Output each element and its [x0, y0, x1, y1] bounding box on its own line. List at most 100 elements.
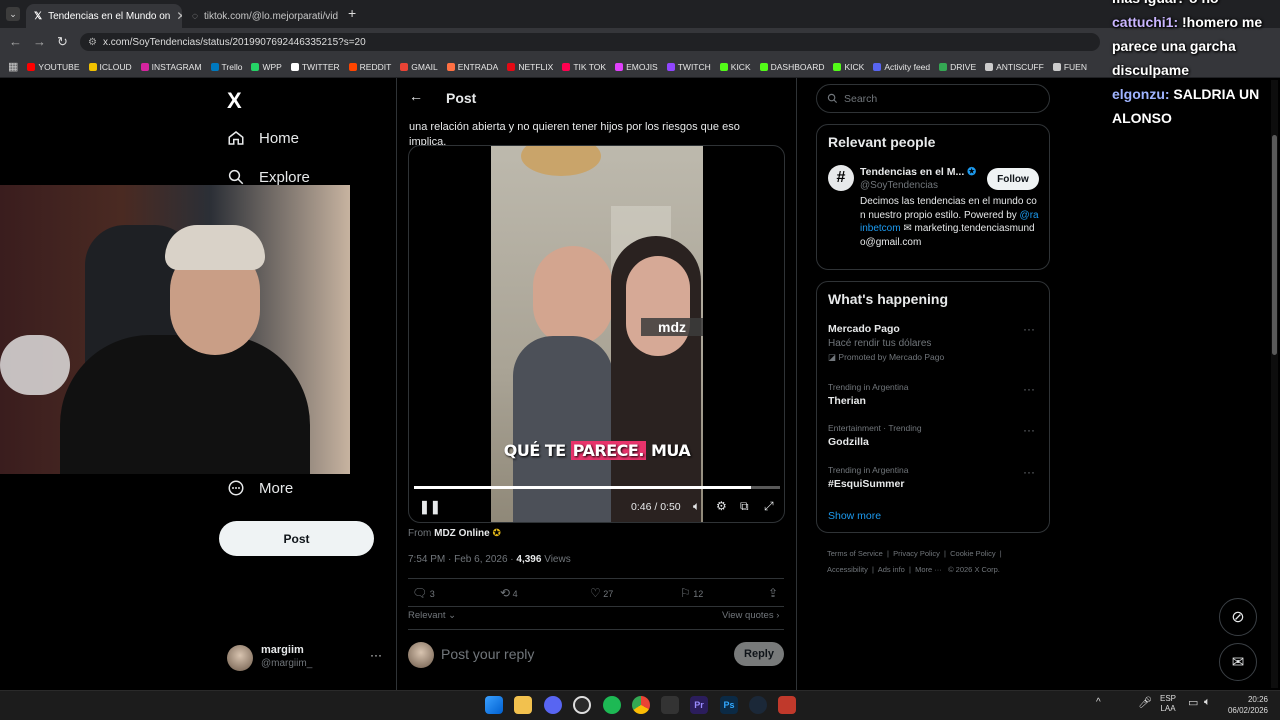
microphone-icon[interactable]: 🎤︎ — [1138, 696, 1152, 709]
scrollbar-thumb[interactable] — [1272, 135, 1277, 355]
sidebar-item-more[interactable]: More — [227, 479, 293, 497]
footer-link[interactable]: Accessibility — [827, 565, 868, 574]
trend-item[interactable]: Trending in Argentina Therian — [828, 382, 909, 407]
footer-link[interactable]: More ··· — [915, 565, 942, 574]
account-switcher[interactable]: margiim @margiim_ ··· — [227, 644, 387, 674]
reply-action[interactable]: 🗨︎ 3 — [412, 586, 435, 600]
bookmark-item[interactable]: ANTISCUFF — [985, 62, 1044, 72]
bookmark-item[interactable]: NETFLIX — [507, 62, 553, 72]
post-timestamp[interactable]: 7:54 PM · Feb 6, 2026 · — [408, 554, 514, 565]
reply-icon: 🗨︎ — [412, 586, 428, 600]
footer-link[interactable]: Privacy Policy — [893, 549, 940, 558]
windows-start-icon[interactable] — [485, 696, 503, 714]
app-icon[interactable] — [661, 696, 679, 714]
x-logo-icon[interactable]: X — [227, 88, 242, 114]
bookmark-item[interactable]: ENTRADA — [446, 62, 498, 72]
reply-button[interactable]: Reply — [734, 642, 784, 666]
bookmark-item[interactable]: TWITCH — [666, 62, 711, 72]
search-input[interactable]: Search — [816, 84, 1050, 113]
bookmark-item[interactable]: YOUTUBE — [27, 62, 80, 72]
follow-button[interactable]: Follow — [987, 168, 1039, 190]
bookmark-item[interactable]: ICLOUD — [88, 62, 132, 72]
clock-date: 06/02/2026 — [1227, 706, 1268, 715]
volume-tray-icon[interactable]: 🔈︎ — [1204, 696, 1211, 709]
trend-item[interactable]: Entertainment · Trending Godzilla — [828, 423, 922, 448]
person-name[interactable]: Tendencias en el M... ✪ — [860, 166, 976, 178]
footer-link[interactable]: Ads info — [878, 565, 905, 574]
scrollbar[interactable] — [1271, 80, 1278, 688]
view-quotes-link[interactable]: View quotes › — [722, 610, 779, 621]
bookmark-item[interactable]: REDDIT — [348, 62, 391, 72]
forward-icon[interactable]: → — [33, 34, 46, 49]
new-tab-button[interactable]: + — [348, 5, 356, 21]
url-input[interactable]: ⚙ x.com/SoyTendencias/status/20199076924… — [80, 33, 1100, 51]
tab-tendencias[interactable]: 𝕏 Tendencias en el Mundo on ✕ — [26, 4, 182, 28]
more-options-icon[interactable]: ··· — [1023, 322, 1035, 336]
fullscreen-icon[interactable]: ⤢ — [764, 499, 774, 514]
messages-icon[interactable]: ✉︎ — [1219, 643, 1257, 681]
file-explorer-icon[interactable] — [514, 696, 532, 714]
tab-tiktok[interactable]: ◌ tiktok.com/@lo.mejorparati/vid ✕ — [184, 4, 342, 28]
pause-icon[interactable]: ❚❚ — [419, 499, 441, 515]
reload-icon[interactable]: ↻ — [57, 34, 68, 50]
back-arrow-icon[interactable]: ← — [409, 88, 423, 104]
chrome-icon[interactable] — [632, 696, 650, 714]
bookmark-item[interactable]: DRIVE — [939, 62, 976, 72]
tray-chevron-icon[interactable]: ^ — [1096, 697, 1101, 708]
close-tab-icon[interactable]: ✕ — [176, 9, 182, 23]
bookmark-item[interactable]: WPP — [251, 62, 282, 72]
more-options-icon[interactable]: ··· — [1023, 423, 1035, 437]
bookmark-item[interactable]: EMOJIS — [615, 62, 658, 72]
photoshop-icon[interactable]: Ps — [720, 696, 738, 714]
more-options-icon[interactable]: ··· — [1023, 382, 1035, 396]
trend-item[interactable]: Trending in Argentina #EsquiSummer — [828, 465, 909, 490]
obs-icon[interactable] — [573, 696, 591, 714]
post-button[interactable]: Post — [219, 521, 374, 556]
repost-action[interactable]: ⟲ 4 — [500, 586, 518, 600]
trend-item[interactable]: Mercado Pago Hacé rendir tus dólares ◪ P… — [828, 323, 1038, 363]
app-icon[interactable] — [778, 696, 796, 714]
sort-relevant[interactable]: Relevant ⌄ — [408, 610, 456, 621]
bookmark-item[interactable]: TWITTER — [290, 62, 340, 72]
account-menu-icon[interactable]: ··· — [370, 648, 382, 662]
reply-input[interactable]: Post your reply — [441, 646, 534, 662]
grok-icon[interactable]: ⊘ — [1219, 598, 1257, 636]
language-indicator[interactable]: ESP LAA — [1160, 694, 1176, 714]
person-name-text: Tendencias en el M... — [860, 166, 965, 178]
sidebar-item-explore[interactable]: Explore — [227, 168, 310, 186]
site-info-icon[interactable]: ⚙ — [88, 37, 97, 48]
clock[interactable]: 20:26 06/02/2026 — [1224, 694, 1268, 716]
hashtag-avatar-icon[interactable]: # — [828, 165, 854, 191]
discord-icon[interactable] — [544, 696, 562, 714]
volume-icon[interactable]: 🔈︎ — [693, 499, 700, 514]
network-icon[interactable]: ▭ — [1188, 696, 1198, 709]
bookmark-item[interactable]: Activity feed — [873, 62, 930, 72]
more-options-icon[interactable]: ··· — [1023, 465, 1035, 479]
back-icon[interactable]: ← — [9, 34, 22, 49]
bookmark-item[interactable]: Trello — [210, 62, 242, 72]
bookmark-item[interactable]: FUEN — [1052, 62, 1087, 72]
source-link[interactable]: MDZ Online — [434, 528, 490, 539]
bookmark-item[interactable]: KICK — [719, 62, 751, 72]
show-more-link[interactable]: Show more — [828, 510, 881, 522]
premiere-icon[interactable]: Pr — [690, 696, 708, 714]
bookmark-item[interactable]: DASHBOARD — [759, 62, 824, 72]
share-icon[interactable]: ⇪ — [768, 586, 778, 600]
tab-search-button[interactable]: ⌄ — [6, 7, 20, 21]
apps-icon[interactable]: ▦ — [8, 60, 18, 73]
bookmark-item[interactable]: INSTAGRAM — [140, 62, 202, 72]
bookmark-item[interactable]: TIK TOK — [562, 62, 606, 72]
like-action[interactable]: ♡ 27 — [590, 586, 613, 600]
bookmark-action[interactable]: ⚐ 12 — [680, 586, 703, 600]
spotify-icon[interactable] — [603, 696, 621, 714]
bookmark-item[interactable]: GMAIL — [400, 62, 438, 72]
footer-link[interactable]: Cookie Policy — [950, 549, 995, 558]
steam-icon[interactable] — [749, 696, 767, 714]
settings-icon[interactable]: ⚙ — [716, 499, 727, 513]
bookmark-item[interactable]: KICK — [833, 62, 864, 72]
sidebar-item-home[interactable]: Home — [227, 129, 299, 147]
footer-link[interactable]: Terms of Service — [827, 549, 883, 558]
pip-icon[interactable]: ⧉ — [740, 499, 749, 514]
video-player[interactable]: mdz QUÉ TE PARECE. MUA ❚❚ 0:46 / 0:50 🔈︎… — [408, 145, 785, 523]
video-progress-track[interactable] — [414, 486, 780, 489]
